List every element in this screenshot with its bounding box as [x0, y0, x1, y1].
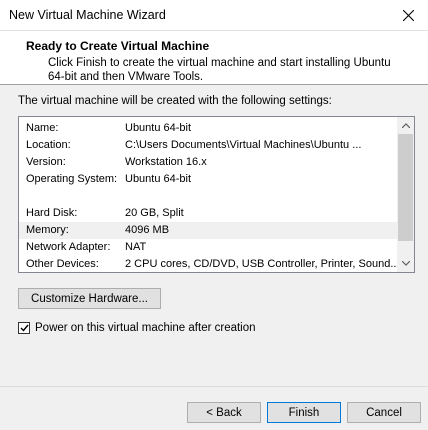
- settings-row: Location: C:\Users Documents\Virtual Mach…: [19, 137, 399, 154]
- settings-intro: The virtual machine will be created with…: [18, 95, 332, 107]
- power-on-option[interactable]: Power on this virtual machine after crea…: [18, 322, 256, 334]
- setting-key: Operating System:: [26, 173, 118, 185]
- back-button[interactable]: < Back: [187, 402, 261, 423]
- settings-row: Name: Ubuntu 64-bit: [19, 120, 399, 137]
- chevron-down-icon: [401, 261, 410, 266]
- chevron-up-icon: [401, 123, 410, 128]
- settings-row: Memory: 4096 MB: [19, 222, 399, 239]
- setting-value: 20 GB, Split: [125, 207, 184, 219]
- settings-rows: Name: Ubuntu 64-bit Location: C:\Users Docu…: [19, 120, 400, 272]
- close-icon: [402, 9, 414, 21]
- settings-row: Hard Disk: 20 GB, Split: [19, 205, 399, 222]
- setting-key: Location:: [26, 139, 71, 151]
- setting-value: NAT: [125, 241, 147, 253]
- header-description: Click Finish to create the virtual machi…: [48, 57, 391, 83]
- setting-value: Ubuntu 64-bit: [125, 122, 192, 134]
- power-on-label: Power on this virtual machine after crea…: [35, 322, 256, 334]
- close-button[interactable]: [388, 0, 428, 30]
- settings-row: Other Devices: 2 CPU cores, CD/DVD, USB C…: [19, 256, 400, 272]
- setting-value: C:\Users Documents\Virtual Machines\Ubun…: [125, 139, 362, 151]
- title-bar: New Virtual Machine Wizard: [0, 0, 428, 31]
- setting-key: Hard Disk:: [26, 207, 78, 219]
- vertical-scrollbar[interactable]: [397, 117, 414, 272]
- scroll-up-button[interactable]: [397, 117, 414, 134]
- settings-row: Network Adapter: NAT: [19, 239, 399, 256]
- setting-value: 2 CPU cores, CD/DVD, USB Controller, Pri…: [125, 258, 400, 270]
- settings-list[interactable]: Name: Ubuntu 64-bit Location: C:\Users Docu…: [18, 116, 415, 273]
- wizard-header: Ready to Create Virtual Machine Click Fi…: [0, 31, 428, 85]
- setting-key: Network Adapter:: [26, 241, 111, 253]
- header-title: Ready to Create Virtual Machine: [26, 39, 210, 53]
- setting-value: Ubuntu 64-bit: [125, 173, 192, 185]
- settings-row: Operating System: Ubuntu 64-bit: [19, 171, 399, 188]
- setting-value: Workstation 16.x: [125, 156, 207, 168]
- finish-button[interactable]: Finish: [267, 402, 341, 423]
- cancel-button[interactable]: Cancel: [347, 402, 421, 423]
- window-title: New Virtual Machine Wizard: [9, 8, 166, 22]
- power-on-checkbox[interactable]: [18, 322, 30, 334]
- settings-row: Version: Workstation 16.x: [19, 154, 399, 171]
- customize-hardware-button[interactable]: Customize Hardware...: [18, 288, 161, 309]
- footer-separator: [0, 386, 428, 387]
- checkmark-icon: [20, 324, 29, 332]
- setting-key: Memory:: [26, 224, 69, 236]
- scroll-down-button[interactable]: [397, 255, 414, 272]
- settings-row: [19, 188, 399, 205]
- setting-key: Name:: [26, 122, 59, 134]
- scroll-thumb[interactable]: [398, 134, 413, 241]
- setting-key: Version:: [26, 156, 66, 168]
- setting-value: 4096 MB: [125, 224, 170, 236]
- setting-key: Other Devices:: [26, 258, 99, 270]
